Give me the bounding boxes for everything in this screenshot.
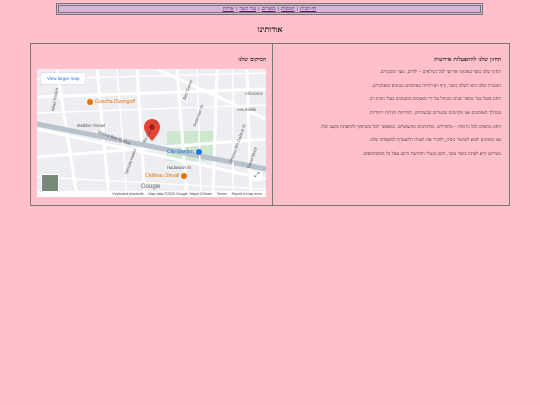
terms-link[interactable]: Terms	[217, 192, 227, 196]
report-error-link[interactable]: Report a map error	[232, 192, 262, 196]
content-table: החזון שלנו להתפעלות אירועית החזון שלנו נ…	[30, 43, 510, 206]
nav-link-photos[interactable]: תמונות	[279, 6, 296, 12]
map-footer: Keyboard shortcuts Map data ©2025 Google…	[37, 191, 266, 197]
about-paragraph: אנו מזמינים לבוא לשיעור ניסיון, להכיר את…	[368, 138, 501, 144]
location-heading: המיקום שלנו	[238, 57, 266, 63]
satellite-toggle[interactable]	[41, 174, 59, 192]
poi-label: City Garden	[167, 149, 194, 155]
about-paragraph: החוג פועל כבר מספר שנים ומנוהל על ידי מא…	[368, 97, 501, 103]
street-label: Arlozorov	[245, 91, 263, 96]
google-logo: Google	[141, 184, 161, 190]
keyboard-shortcuts-link[interactable]: Keyboard shortcuts	[112, 192, 143, 196]
nav-separator: |	[277, 6, 280, 12]
street-label: Malkhei Yisrael	[77, 123, 106, 128]
shopping-icon	[195, 149, 202, 155]
about-paragraph: החוג מתאים לכל הרמות – מתחילים, מתקדמים …	[319, 124, 501, 130]
about-paragraph: במהלך האימונים אנו מקיימים שיעורים קבוצת…	[368, 111, 501, 117]
about-section: החזון שלנו להתפעלות אירועית החזון שלנו נ…	[272, 44, 509, 205]
page-title: אודותינו	[257, 24, 283, 34]
poi-park[interactable]: City Garden	[167, 149, 202, 155]
street-label: Antokolski	[237, 107, 257, 112]
restaurant-icon	[181, 173, 188, 179]
poi-restaurant[interactable]: Château Shuali	[145, 173, 188, 179]
nav-bar-inner: דף הבית | תמונות | מוצרים | צור קשר | אודות	[58, 5, 481, 13]
fullscreen-icon[interactable]: ⤢	[252, 171, 262, 181]
location-section: המיקום שלנו View larger map Arlozorov An…	[31, 44, 272, 205]
street-label: Hadassah St	[167, 165, 191, 170]
view-larger-map-link[interactable]: View larger map	[41, 73, 86, 84]
restaurant-icon	[87, 99, 93, 105]
about-paragraph: המטרה שלנו היא לשלב כושר, כיף ויצירתיות …	[371, 83, 501, 89]
poi-label: Goocha Dizengoff	[95, 99, 135, 105]
nav-link-contact[interactable]: צור קשר	[237, 6, 258, 12]
nav-separator: |	[258, 6, 260, 12]
about-heading: החזון שלנו להתפעלות אירועית	[434, 57, 501, 63]
nav-bar: דף הבית | תמונות | מוצרים | צור קשר | אודות	[56, 3, 483, 15]
nav-separator: |	[296, 6, 299, 12]
poi-restaurant[interactable]: Goocha Dizengoff	[87, 99, 135, 105]
embedded-map[interactable]: View larger map Arlozorov Antokolski Ibn…	[37, 69, 266, 197]
nav-link-products[interactable]: מוצרים	[260, 6, 278, 12]
nav-separator: |	[235, 6, 238, 12]
about-paragraph: מטרתנו היא לפתח כושר גופני, חוסן מנטלי ו…	[362, 152, 501, 158]
poi-label: Château Shuali	[145, 173, 180, 179]
nav-link-about[interactable]: אודות	[221, 6, 236, 12]
nav-link-home[interactable]: דף הבית	[298, 6, 318, 12]
map-data-attribution: Map data ©2025 Google, Mapa GISrael	[148, 192, 212, 196]
about-paragraph: החזון שלנו נוסף באימוני אירועי לכל הגילא…	[379, 70, 501, 75]
